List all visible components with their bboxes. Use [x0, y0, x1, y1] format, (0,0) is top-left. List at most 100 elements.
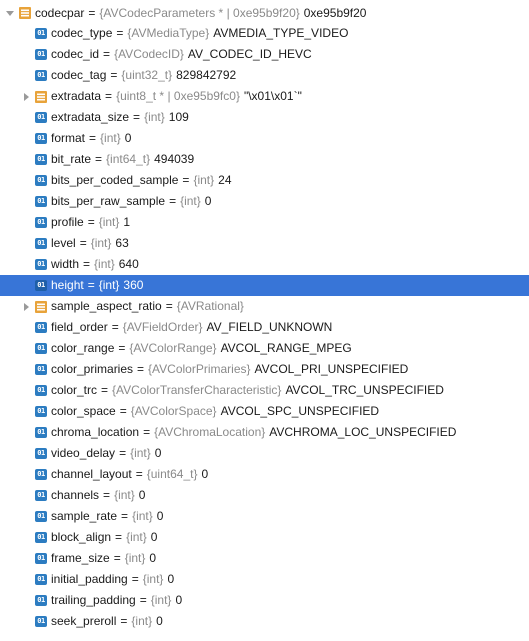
variable-type: {AVColorPrimaries}: [148, 362, 251, 376]
expand-arrow-icon[interactable]: [4, 7, 16, 19]
equals-sign: =: [111, 320, 119, 334]
tree-row-channels[interactable]: 01 channels = {int} 0: [0, 485, 529, 506]
tree-row-initial-padding[interactable]: 01 initial_padding = {int} 0: [0, 569, 529, 590]
variable-value: 494039: [154, 152, 195, 166]
variable-value: 24: [218, 173, 232, 187]
tree-row-format[interactable]: 01 format = {int} 0: [0, 128, 529, 149]
variable-value: 0: [167, 572, 175, 586]
tree-row-codec-type[interactable]: 01 codec_type = {AVMediaType} AVMEDIA_TYPE_V…: [0, 23, 529, 44]
variable-name: profile: [51, 215, 84, 229]
variable-value: 0: [154, 446, 162, 460]
field-icon: 01: [35, 217, 47, 228]
tree-row-frame-size[interactable]: 01 frame_size = {int} 0: [0, 548, 529, 569]
tree-row-codec-id[interactable]: 01 codec_id = {AVCodecID} AV_CODEC_ID_HEVC: [0, 44, 529, 65]
field-icon: 01: [35, 175, 47, 186]
equals-sign: =: [182, 173, 190, 187]
variable-name: block_align: [51, 530, 112, 544]
variable-value: 109: [168, 110, 189, 124]
field-icon: 01: [35, 364, 47, 375]
variable-value: AVCOL_TRC_UNSPECIFIED: [285, 383, 444, 397]
field-icon: 01: [35, 133, 47, 144]
variable-value: AV_FIELD_UNKNOWN: [206, 320, 333, 334]
tree-row-extradata[interactable]: extradata = {uint8_t * | 0xe95b9fc0} "\x01\…: [0, 86, 529, 107]
variable-type: {AVFieldOrder}: [122, 320, 203, 334]
variable-value: 0xe95b9f20: [303, 6, 367, 20]
variable-type: {AVColorTransferCharacteristic}: [112, 383, 282, 397]
equals-sign: =: [87, 278, 95, 292]
tree-row-color-primaries[interactable]: 01 color_primaries = {AVColorPrimaries} AVCO…: [0, 359, 529, 380]
variable-name: level: [51, 236, 76, 250]
field-list: 01 codec_type = {AVMediaType} AVMEDIA_TYPE_V…: [0, 23, 529, 632]
variable-name: bit_rate: [51, 152, 92, 166]
equals-sign: =: [110, 68, 118, 82]
tree-row-codecpar[interactable]: codecpar = {AVCodecParameters * | 0xe95b…: [0, 3, 529, 23]
tree-row-sample-rate[interactable]: 01 sample_rate = {int} 0: [0, 506, 529, 527]
tree-row-codec-tag[interactable]: 01 codec_tag = {uint32_t} 829842792: [0, 65, 529, 86]
variable-type: {int}: [98, 215, 120, 229]
variable-value: 0: [204, 194, 212, 208]
variable-name: frame_size: [51, 551, 110, 565]
tree-row-sample-aspect-ratio[interactable]: sample_aspect_ratio = {AVRational}: [0, 296, 529, 317]
tree-row-block-align[interactable]: 01 block_align = {int} 0: [0, 527, 529, 548]
tree-row-width[interactable]: 01 width = {int} 640: [0, 254, 529, 275]
tree-row-field-order[interactable]: 01 field_order = {AVFieldOrder} AV_FIELD_UNK…: [0, 317, 529, 338]
tree-row-level[interactable]: 01 level = {int} 63: [0, 233, 529, 254]
tree-row-profile[interactable]: 01 profile = {int} 1: [0, 212, 529, 233]
variable-name: field_order: [51, 320, 108, 334]
tree-row-video-delay[interactable]: 01 video_delay = {int} 0: [0, 443, 529, 464]
variable-type: {int}: [98, 278, 120, 292]
variable-type: {int}: [132, 509, 153, 523]
variable-type: {uint8_t * | 0xe95b9fc0}: [116, 89, 240, 103]
struct-icon: [35, 300, 47, 313]
equals-sign: =: [169, 194, 177, 208]
equals-sign: =: [137, 362, 145, 376]
variable-value: "\x01\x01`": [243, 89, 302, 103]
tree-row-color-trc[interactable]: 01 color_trc = {AVColorTransferCharacterist…: [0, 380, 529, 401]
tree-row-trailing-padding[interactable]: 01 trailing_padding = {int} 0: [0, 590, 529, 611]
tree-row-bit-rate[interactable]: 01 bit_rate = {int64_t} 494039: [0, 149, 529, 170]
tree-row-color-range[interactable]: 01 color_range = {AVColorRange} AVCOL_RANGE_…: [0, 338, 529, 359]
variable-value: AVCHROMA_LOC_UNSPECIFIED: [269, 425, 457, 439]
equals-sign: =: [121, 509, 129, 523]
variable-name: color_trc: [51, 383, 98, 397]
equals-sign: =: [131, 572, 139, 586]
variable-type: {int}: [131, 614, 153, 628]
variable-name: width: [51, 257, 80, 271]
tree-row-extradata-size[interactable]: 01 extradata_size = {int} 109: [0, 107, 529, 128]
variable-type: {uint32_t}: [121, 68, 173, 82]
field-icon: 01: [35, 238, 47, 249]
variable-type: {int}: [150, 593, 172, 607]
variable-value: AV_CODEC_ID_HEVC: [187, 47, 312, 61]
variable-value: 640: [118, 257, 139, 271]
expand-arrow-icon[interactable]: [20, 91, 32, 103]
variable-name: codec_id: [51, 47, 100, 61]
equals-sign: =: [133, 110, 141, 124]
variable-value: 0: [175, 593, 183, 607]
field-icon: 01: [35, 196, 47, 207]
equals-sign: =: [83, 257, 91, 271]
tree-row-height[interactable]: 01 height = {int} 360: [0, 275, 529, 296]
equals-sign: =: [120, 614, 128, 628]
variable-type: {int}: [193, 173, 215, 187]
expand-arrow-icon[interactable]: [20, 301, 32, 313]
field-icon: 01: [35, 448, 47, 459]
tree-row-chroma-location[interactable]: 01 chroma_location = {AVChromaLocation} AVCH…: [0, 422, 529, 443]
variable-value: 0: [156, 509, 164, 523]
variable-type: {int}: [142, 572, 164, 586]
tree-row-bits-per-coded-sample[interactable]: 01 bits_per_coded_sample = {int} 24: [0, 170, 529, 191]
tree-row-bits-per-raw-sample[interactable]: 01 bits_per_raw_sample = {int} 0: [0, 191, 529, 212]
tree-row-seek-preroll[interactable]: 01 seek_preroll = {int} 0: [0, 611, 529, 632]
variable-name: channels: [51, 488, 100, 502]
variable-type: {int64_t}: [106, 152, 151, 166]
tree-row-channel-layout[interactable]: 01 channel_layout = {uint64_t} 0: [0, 464, 529, 485]
variable-name: extradata_size: [51, 110, 130, 124]
equals-sign: =: [118, 341, 126, 355]
tree-row-color-space[interactable]: 01 color_space = {AVColorSpace} AVCOL_SPC_UN…: [0, 401, 529, 422]
variable-type: {int}: [114, 488, 135, 502]
variable-value: 0: [156, 614, 163, 628]
variable-type: {uint64_t}: [146, 467, 198, 481]
variable-name: sample_rate: [51, 509, 118, 523]
variable-value: 0: [201, 467, 209, 481]
equals-sign: =: [103, 488, 111, 502]
field-icon: 01: [35, 154, 47, 165]
